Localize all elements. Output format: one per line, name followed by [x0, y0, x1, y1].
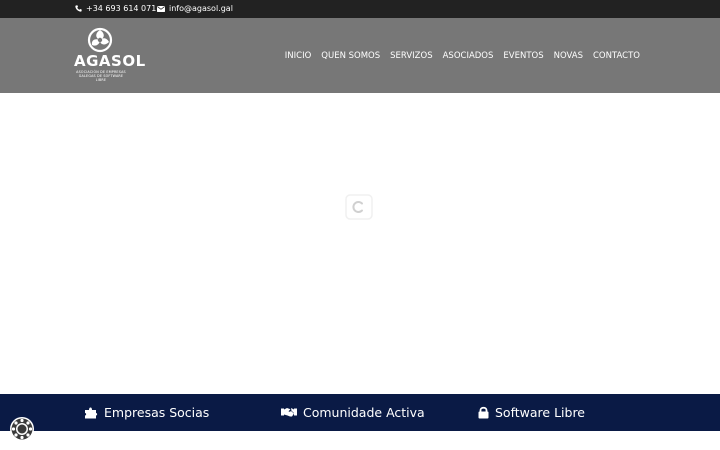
- logo-tagline: ASOCIACIÓN DE EMPRESAS GALEGAS DE SOFTWA…: [76, 70, 126, 82]
- cookie-settings-icon[interactable]: [9, 416, 35, 442]
- feature-label: Software Libre: [495, 405, 586, 420]
- lock-icon: [478, 406, 489, 419]
- feature-software-libre: Software Libre: [478, 405, 585, 420]
- nav-item-quen-somos[interactable]: QUEN SOMOS: [321, 51, 380, 61]
- email-contact[interactable]: info@agasol.gal: [157, 4, 233, 13]
- main-content: [0, 93, 720, 394]
- nav-item-servizos[interactable]: SERVIZOS: [390, 51, 432, 61]
- site-header: AGASOL ASOCIACIÓN DE EMPRESAS GALEGAS DE…: [0, 18, 720, 93]
- phone-contact[interactable]: +34 693 614 071: [75, 4, 156, 13]
- feature-comunidade-activa: Comunidade Activa: [281, 405, 425, 420]
- features-band: Empresas Socias Comunidade Activa Softwa…: [0, 394, 720, 431]
- nav-item-asociados[interactable]: ASOCIADOS: [443, 51, 494, 61]
- nav-item-inicio[interactable]: INICIO: [285, 51, 312, 61]
- loading-spinner-icon: [345, 194, 373, 220]
- feature-empresas-socias: Empresas Socias: [84, 405, 209, 420]
- phone-number: +34 693 614 071: [86, 4, 157, 13]
- nav-item-eventos[interactable]: EVENTOS: [503, 51, 543, 61]
- envelope-icon: [157, 5, 165, 12]
- nav-item-contacto[interactable]: CONTACTO: [593, 51, 640, 61]
- nav-item-novas[interactable]: NOVAS: [554, 51, 583, 61]
- puzzle-icon: [85, 407, 98, 419]
- feature-label: Comunidade Activa: [303, 405, 425, 420]
- email-address: info@agasol.gal: [169, 4, 233, 13]
- page-bottom: [0, 431, 720, 450]
- phone-icon: [75, 5, 82, 12]
- logo-wordmark: AGASOL: [74, 52, 146, 70]
- agasol-logo[interactable]: AGASOL ASOCIACIÓN DE EMPRESAS GALEGAS DE…: [74, 27, 146, 85]
- handshake-icon: [281, 408, 297, 417]
- logo-mark-icon: [87, 27, 113, 53]
- feature-label: Empresas Socias: [104, 405, 210, 420]
- top-contact-bar: +34 693 614 071 info@agasol.gal: [0, 0, 720, 18]
- main-nav: INICIO QUEN SOMOS SERVIZOS ASOCIADOS EVE…: [285, 51, 640, 61]
